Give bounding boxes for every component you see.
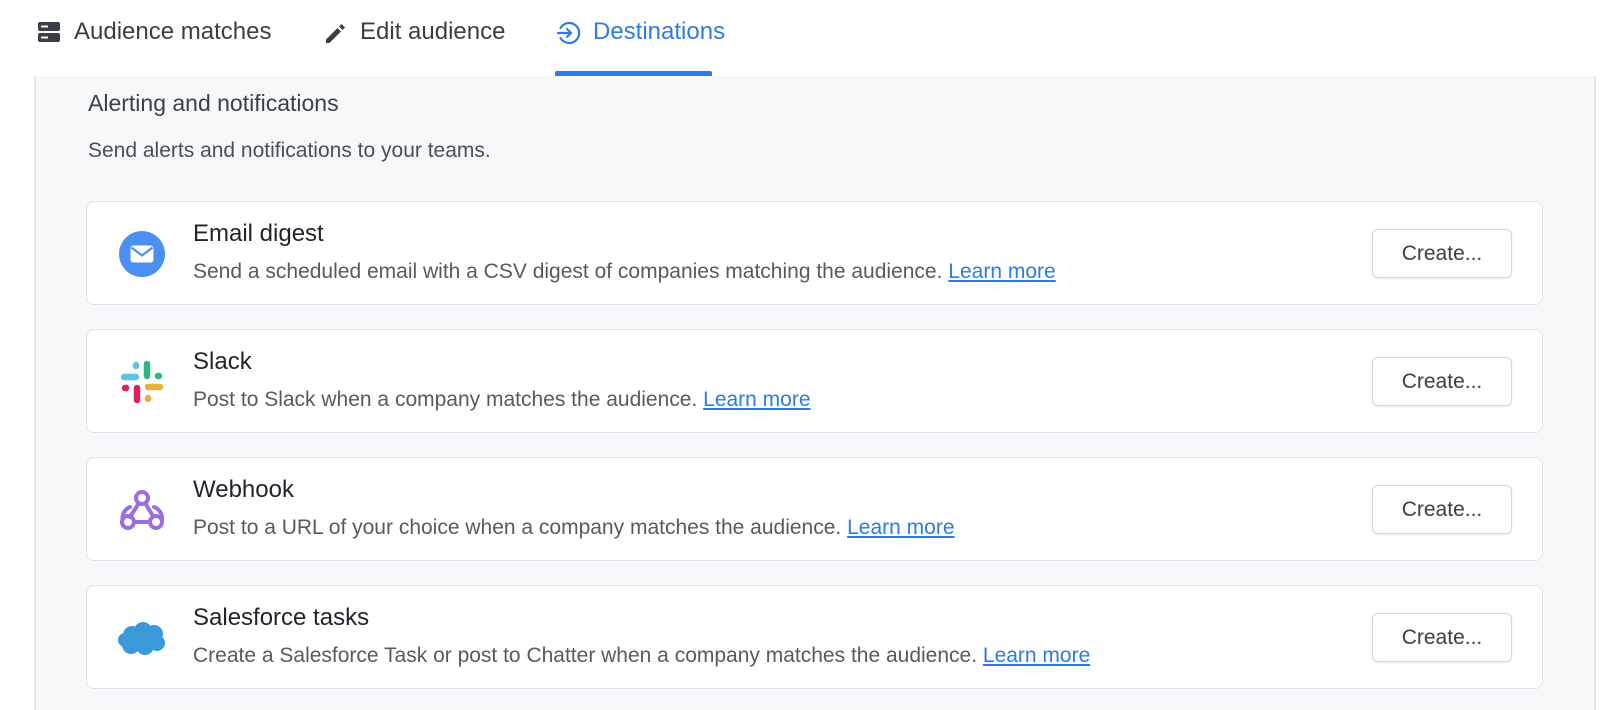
destination-card-salesforce-tasks: Salesforce tasks Create a Salesforce Tas… — [86, 585, 1543, 689]
salesforce-cloud-icon — [117, 613, 167, 663]
create-webhook-button[interactable]: Create... — [1372, 485, 1512, 534]
description-text: Post to Slack when a company matches the… — [193, 388, 698, 411]
learn-more-link[interactable]: Learn more — [847, 516, 954, 539]
tab-label: Audience matches — [74, 18, 272, 45]
learn-more-link[interactable]: Learn more — [948, 260, 1055, 283]
learn-more-link[interactable]: Learn more — [983, 644, 1090, 667]
email-icon — [117, 229, 167, 279]
destination-title: Salesforce tasks — [193, 604, 370, 631]
destination-description: Send a scheduled email with a CSV digest… — [193, 260, 1056, 284]
destinations-panel: Alerting and notifications Send alerts a… — [34, 76, 1596, 710]
tab-audience-matches[interactable]: Audience matches — [36, 18, 271, 76]
create-email-digest-button[interactable]: Create... — [1372, 229, 1512, 278]
learn-more-link[interactable]: Learn more — [703, 388, 810, 411]
tab-label: Edit audience — [360, 18, 506, 45]
server-stack-icon — [36, 20, 62, 46]
description-text: Create a Salesforce Task or post to Chat… — [193, 644, 978, 667]
tab-bar: Audience matches Edit audience Destinati… — [0, 0, 1600, 76]
tab-edit-audience[interactable]: Edit audience — [322, 18, 505, 76]
pencil-icon — [322, 20, 348, 46]
destination-card-webhook: Webhook Post to a URL of your choice whe… — [86, 457, 1543, 561]
create-slack-button[interactable]: Create... — [1372, 357, 1512, 406]
destination-title: Webhook — [193, 476, 294, 503]
tab-label: Destinations — [593, 18, 726, 45]
webhook-icon — [117, 485, 167, 535]
destination-description: Create a Salesforce Task or post to Chat… — [193, 644, 1090, 668]
tab-destinations[interactable]: Destinations — [555, 18, 725, 76]
destination-title: Email digest — [193, 220, 324, 247]
section-description: Send alerts and notifications to your te… — [88, 139, 491, 162]
destination-title: Slack — [193, 348, 252, 375]
description-text: Send a scheduled email with a CSV digest… — [193, 260, 943, 283]
destination-card-email-digest: Email digest Send a scheduled email with… — [86, 201, 1543, 305]
create-salesforce-tasks-button[interactable]: Create... — [1372, 613, 1512, 662]
destination-description: Post to Slack when a company matches the… — [193, 388, 811, 412]
slack-icon — [117, 357, 167, 407]
destination-description: Post to a URL of your choice when a comp… — [193, 516, 955, 540]
destination-card-slack: Slack Post to Slack when a company match… — [86, 329, 1543, 433]
description-text: Post to a URL of your choice when a comp… — [193, 516, 842, 539]
section-title: Alerting and notifications — [88, 90, 339, 116]
sign-in-arrow-icon — [555, 20, 581, 46]
